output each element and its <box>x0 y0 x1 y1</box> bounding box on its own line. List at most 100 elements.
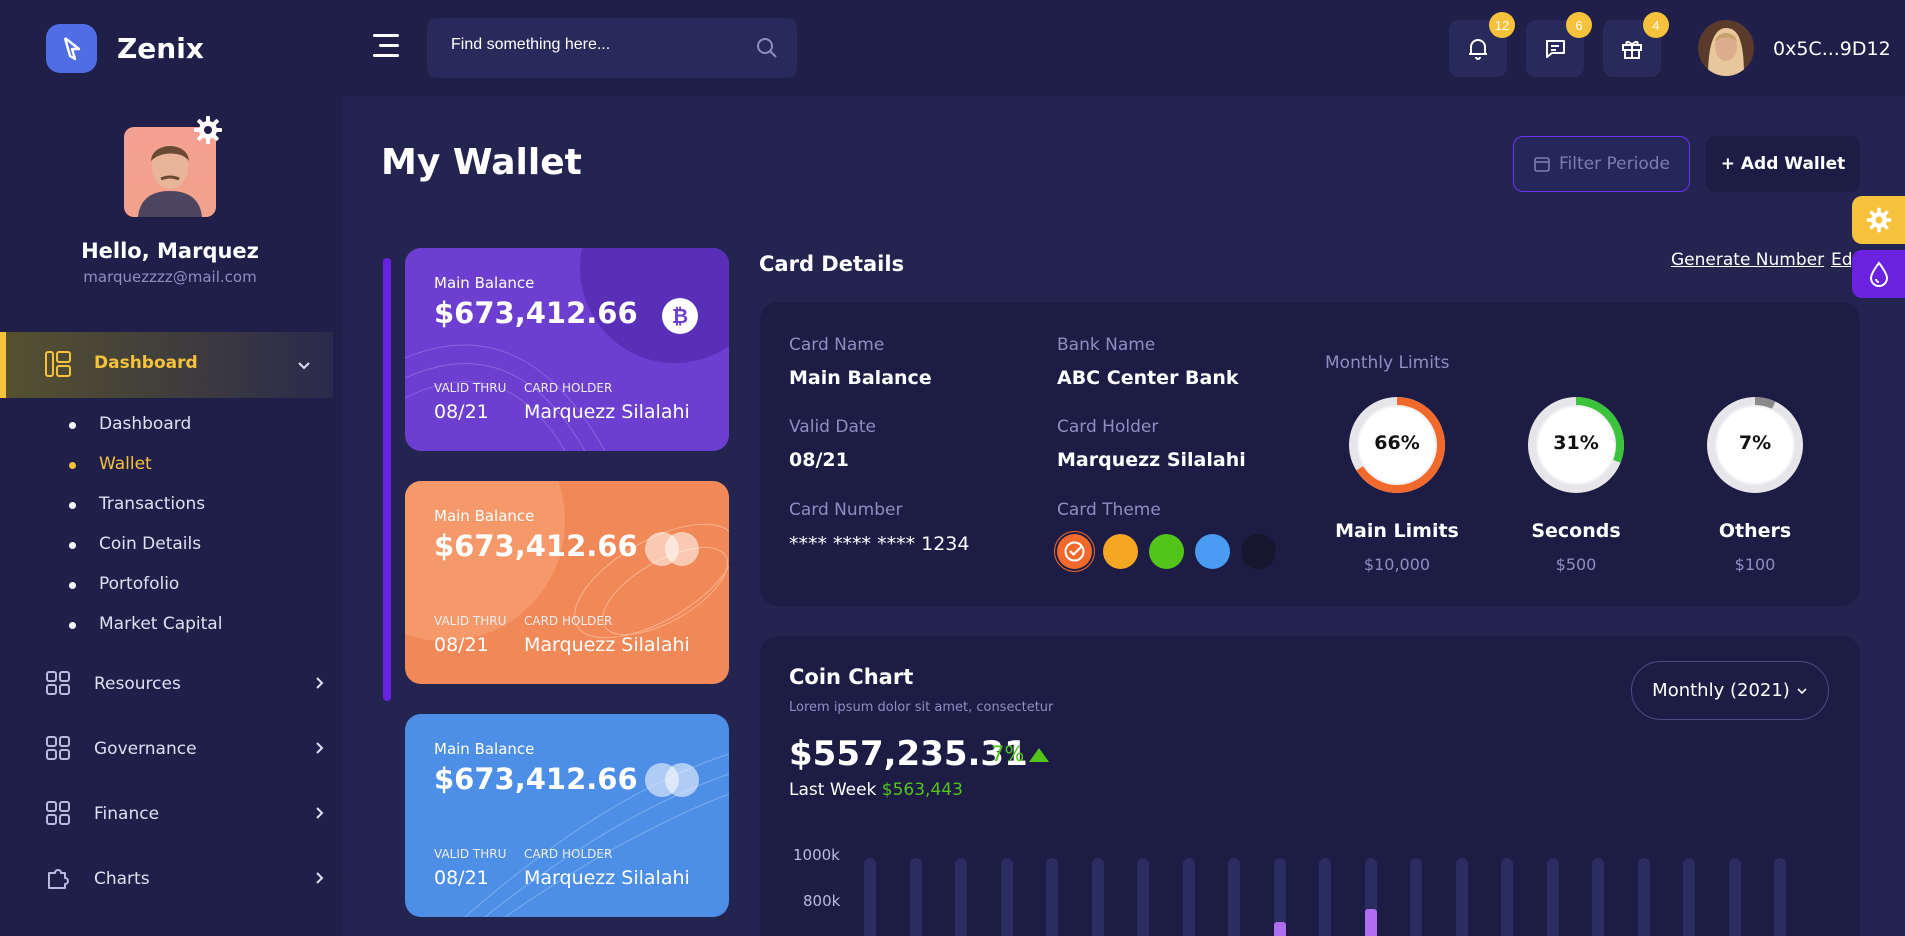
theme-color-option[interactable] <box>1103 534 1138 569</box>
card-number-value: **** **** **** 1234 <box>789 533 970 555</box>
change-percent: 7% <box>991 742 1025 766</box>
chat-icon <box>1546 39 1565 58</box>
gifts-badge: 4 <box>1643 12 1669 38</box>
chevron-right-icon <box>316 742 324 754</box>
search-input[interactable] <box>451 36 731 54</box>
generate-number-link[interactable]: Generate Number <box>1671 250 1824 270</box>
theme-settings-button[interactable] <box>1852 196 1905 244</box>
chart-bar-track <box>1000 858 1013 936</box>
trend-up-icon <box>1029 748 1049 762</box>
theme-color-option[interactable] <box>1195 534 1230 569</box>
chart-bar-track <box>1637 858 1650 936</box>
subnav-coin-details[interactable]: Coin Details <box>69 534 201 554</box>
wallet-address[interactable]: 0x5C...9D12 <box>1773 38 1891 60</box>
subnav-transactions[interactable]: Transactions <box>69 494 205 514</box>
subnav-dashboard[interactable]: Dashboard <box>69 414 191 434</box>
notifications-button[interactable]: 12 <box>1449 12 1515 77</box>
chart-bar-track <box>1592 858 1604 936</box>
limit-percent: 7% <box>1738 432 1772 454</box>
nav-finance[interactable]: Finance <box>45 800 325 830</box>
limit-name: Main Limits <box>1335 520 1459 542</box>
chart-bar-track <box>1091 858 1104 936</box>
messages-button[interactable]: 6 <box>1526 12 1592 77</box>
notifications-badge: 12 <box>1489 12 1515 38</box>
card-network-icon <box>643 531 701 571</box>
grid-icon <box>46 736 70 760</box>
nav-resources[interactable]: Resources <box>45 670 325 700</box>
theme-color-option[interactable] <box>1241 534 1276 569</box>
calendar-icon <box>1534 157 1550 172</box>
gifts-button[interactable]: 4 <box>1603 12 1669 77</box>
user-email: marquezzzz@mail.com <box>83 268 257 286</box>
card-details-title: Card Details <box>759 252 905 276</box>
search-icon[interactable] <box>755 36 779 64</box>
wallet-card-blue[interactable]: Main Balance $673,412.66 VALID THRU CARD… <box>405 714 729 917</box>
chart-bar-track <box>1228 858 1240 936</box>
chart-bar[interactable] <box>1273 921 1286 936</box>
logo-icon[interactable] <box>46 24 97 73</box>
profile-settings-icon[interactable] <box>192 114 224 150</box>
chart-bar-track <box>1728 858 1741 936</box>
period-select[interactable]: Monthly (2021) <box>1631 661 1829 720</box>
subnav-wallet[interactable]: Wallet <box>69 454 152 474</box>
nav-charts[interactable]: Charts <box>45 865 325 895</box>
bank-name-value: ABC Center Bank <box>1057 367 1239 389</box>
chevron-down-icon <box>297 356 311 375</box>
bell-icon <box>1469 38 1487 60</box>
grid-icon <box>46 801 70 825</box>
droplet-icon <box>1869 261 1888 287</box>
chevron-down-icon <box>1797 687 1807 694</box>
gear-icon <box>1866 207 1891 233</box>
filter-period-button[interactable]: Filter Periode <box>1513 136 1690 192</box>
page-title: My Wallet <box>381 142 582 183</box>
limit-amount: $100 <box>1734 555 1776 574</box>
menu-toggle-icon[interactable] <box>373 34 399 64</box>
chart-bar-track <box>1683 858 1695 936</box>
card-name-value: Main Balance <box>789 367 932 389</box>
color-theme-button[interactable] <box>1852 250 1905 298</box>
card-balance: $673,412.66 <box>434 296 638 330</box>
chart-bar-track <box>1182 858 1195 936</box>
theme-color-option[interactable] <box>1149 534 1184 569</box>
card-balance: $673,412.66 <box>434 762 638 796</box>
chart-bar-track <box>864 858 876 936</box>
cards-scrollbar[interactable] <box>383 258 391 701</box>
bitcoin-icon: ₿ <box>662 298 698 338</box>
chevron-right-icon <box>316 677 324 689</box>
edit-link[interactable]: Edit <box>1831 250 1851 270</box>
theme-color-option[interactable] <box>1057 534 1092 569</box>
chart-bar-track <box>1501 858 1513 936</box>
chart-bar-track <box>1455 858 1468 936</box>
chart-bar-track <box>1319 858 1331 936</box>
limit-percent: 66% <box>1374 432 1420 454</box>
card-network-icon <box>643 762 701 802</box>
user-avatar[interactable] <box>1698 20 1754 76</box>
add-wallet-button[interactable]: + Add Wallet <box>1706 136 1860 192</box>
messages-badge: 6 <box>1566 12 1592 38</box>
coin-chart-subtitle: Lorem ipsum dolor sit amet, consectetur <box>789 700 1054 715</box>
app-name: Zenix <box>117 32 204 65</box>
chevron-right-icon <box>316 872 324 884</box>
greeting: Hello, Marquez <box>81 239 259 263</box>
limit-percent: 31% <box>1553 432 1599 454</box>
card-holder-value: Marquezz Silalahi <box>1057 449 1246 471</box>
y-tick: 800k <box>803 892 841 910</box>
nav-dashboard[interactable]: Dashboard <box>0 332 333 398</box>
grid-icon <box>46 671 70 695</box>
wallet-card-orange[interactable]: Main Balance $673,412.66 VALID THRU CARD… <box>405 481 729 684</box>
limit-amount: $500 <box>1555 555 1597 574</box>
valid-date-value: 08/21 <box>789 449 849 471</box>
subnav-market-capital[interactable]: Market Capital <box>69 614 222 634</box>
nav-governance[interactable]: Governance <box>45 735 325 765</box>
chart-bar-track <box>1046 858 1058 936</box>
limit-name: Others <box>1718 520 1792 542</box>
last-week: Last Week $563,443 <box>789 780 963 800</box>
chart-bar[interactable] <box>1364 909 1377 936</box>
wallet-card-purple[interactable]: Main Balance $673,412.66 ₿ VALID THRU CA… <box>405 248 729 451</box>
puzzle-icon <box>48 869 69 889</box>
dashboard-icon <box>44 350 72 382</box>
coin-chart-title: Coin Chart <box>789 665 914 689</box>
subnav-portofolio[interactable]: Portofolio <box>69 574 179 594</box>
chart-bar-track <box>1546 858 1559 936</box>
svg-text:₿: ₿ <box>672 304 688 328</box>
